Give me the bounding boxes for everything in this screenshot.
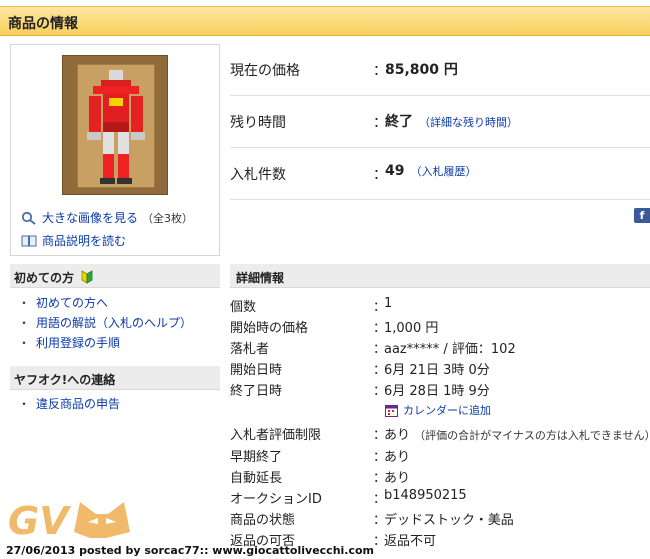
time-left-label: 残り時間: [230, 115, 286, 131]
bid-count-row: 入札件数 ： 49 （入札履歴）: [230, 148, 650, 200]
robot-toy-image: [87, 70, 145, 184]
time-left-value-wrap: 終了 （詳細な残り時間）: [385, 111, 518, 131]
detail-label: 開始時の価格: [230, 321, 309, 336]
detail-label: 早期終了: [230, 450, 283, 465]
read-description-link[interactable]: 商品説明を読む: [42, 232, 126, 249]
section-header: 商品の情報: [0, 6, 650, 36]
detail-label: 自動延長: [230, 471, 283, 486]
contact-heading: ヤフオク!への連絡: [10, 366, 220, 390]
bid-count-value: 49: [385, 163, 405, 179]
sidebar-link-label[interactable]: 違反商品の申告: [36, 397, 120, 411]
details-heading: 詳細情報: [230, 264, 650, 288]
detail-label: 落札者: [230, 342, 270, 357]
detail-value: 1: [384, 296, 393, 311]
time-left-detail-link[interactable]: （詳細な残り時間）: [419, 116, 518, 129]
sidebar-link-label[interactable]: 初めての方へ: [36, 296, 108, 310]
gv-logo-text: GV: [8, 499, 71, 542]
sidebar-link-label[interactable]: 利用登録の手順: [36, 336, 120, 350]
sidebar-link-beginners[interactable]: ・初めての方へ: [18, 294, 108, 311]
current-price-label: 現在の価格: [230, 63, 300, 79]
view-large-image-row[interactable]: 大きな画像を見る （全3枚）: [21, 209, 193, 226]
detail-label: 開始日時: [230, 363, 283, 378]
beginner-mark-icon: [81, 270, 93, 284]
detail-note: （評価の合計がマイナスの方は入札できません）: [414, 429, 650, 442]
contact-heading-label: ヤフオク!への連絡: [14, 373, 116, 387]
current-price-value: 85,800 円: [385, 62, 458, 78]
detail-value: b148950215: [384, 488, 467, 503]
detail-value: デッドストック・美品: [384, 513, 514, 528]
detail-value: あり: [384, 428, 411, 443]
add-to-calendar-row[interactable]: カレンダーに追加: [385, 402, 491, 418]
book-icon: [21, 235, 37, 246]
watermark-footer: 27/06/2013 posted by sorcac77:: www.gioc…: [6, 544, 375, 557]
bid-history-link[interactable]: （入札履歴）: [410, 165, 476, 178]
bid-count-value-wrap: 49 （入札履歴）: [385, 163, 476, 179]
detail-value: 6月 28日 1時 9分: [384, 384, 490, 399]
detail-label: 終了日時: [230, 384, 283, 399]
detail-label: 個数: [230, 300, 257, 315]
detail-value: 6月 21日 3時 0分: [384, 363, 490, 378]
detail-value-wrap: あり （評価の合計がマイナスの方は入札できません）: [384, 424, 650, 443]
magnifier-icon: [21, 211, 36, 225]
time-left-row: 残り時間 ： 終了 （詳細な残り時間）: [230, 96, 650, 148]
beginner-heading-label: 初めての方: [14, 271, 75, 285]
detail-label: 入札者評価制限: [230, 428, 322, 443]
detail-label: オークションID: [230, 492, 322, 507]
beginner-heading: 初めての方: [10, 264, 220, 288]
image-count: （全3枚）: [142, 211, 194, 225]
sidebar-link-glossary[interactable]: ・用語の解説（入札のヘルプ）: [18, 314, 192, 331]
detail-value: aaz***** / 評価：102: [384, 342, 516, 357]
current-price-row: 現在の価格 ： 85,800 円: [230, 44, 650, 96]
item-thumbnail[interactable]: [62, 55, 168, 195]
section-title: 商品の情報: [8, 16, 78, 32]
read-description-row[interactable]: 商品説明を読む: [21, 232, 126, 249]
detail-value: 返品不可: [384, 534, 437, 549]
item-image-panel: 大きな画像を見る （全3枚） 商品説明を読む: [10, 44, 220, 256]
time-left-value: 終了: [385, 114, 413, 130]
detail-value: あり: [384, 471, 411, 486]
facebook-share-button[interactable]: f: [634, 208, 650, 223]
detail-label: 商品の状態: [230, 513, 296, 528]
calendar-icon: [385, 404, 398, 417]
detail-value: あり: [384, 450, 411, 465]
sidebar-link-registration[interactable]: ・利用登録の手順: [18, 334, 120, 351]
gv-watermark-logo: GV: [8, 499, 130, 542]
sidebar-link-report[interactable]: ・違反商品の申告: [18, 395, 120, 412]
view-large-image-link[interactable]: 大きな画像を見る: [42, 209, 138, 226]
bid-count-label: 入札件数: [230, 167, 286, 183]
add-to-calendar-link[interactable]: カレンダーに追加: [403, 402, 491, 418]
details-heading-label: 詳細情報: [236, 271, 285, 285]
sidebar-link-label[interactable]: 用語の解説（入札のヘルプ）: [36, 316, 192, 330]
detail-value: 1,000 円: [384, 321, 439, 336]
